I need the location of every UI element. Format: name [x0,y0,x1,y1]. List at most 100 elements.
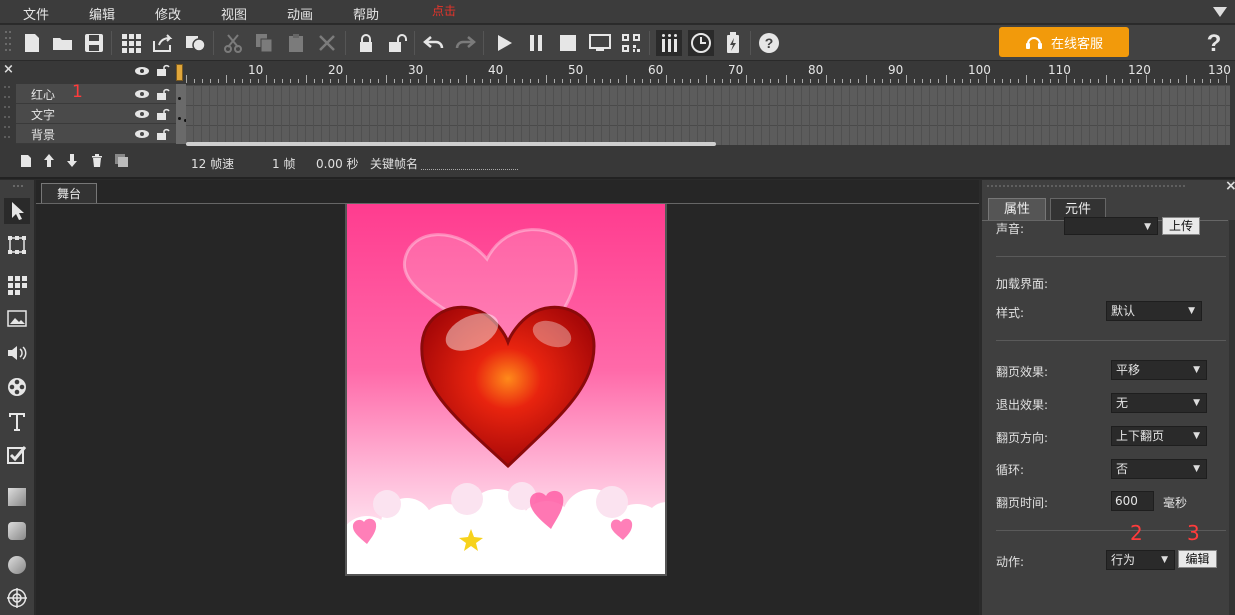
help-question-icon[interactable]: ? [1201,30,1227,56]
move-down-icon[interactable] [66,153,78,168]
marker-3: 3 [1187,521,1200,545]
delete-icon[interactable] [314,30,340,56]
new-file-icon[interactable] [19,30,45,56]
cut-icon[interactable] [220,30,246,56]
action-select[interactable]: 行为 ▼ [1106,550,1175,570]
unlock-icon[interactable] [156,127,170,141]
unlock-icon[interactable] [384,30,410,56]
keyframe-name-input[interactable] [421,169,518,170]
layer-row-text[interactable]: 文字 [16,104,176,124]
shapes-icon[interactable] [182,30,208,56]
online-support-button[interactable]: 在线客服 [999,27,1129,57]
keyframe-name-label: 关键帧名 [370,157,419,171]
preview-monitor-icon[interactable] [587,30,613,56]
flip-time-unit: 毫秒 [1163,496,1188,510]
timeline-panel: × 10 20 30 40 50 60 70 80 90 100 110 120… [0,61,1235,179]
battery-icon[interactable] [720,30,746,56]
layer-name[interactable]: 文字 [31,106,55,123]
text-tool-icon[interactable] [4,408,30,434]
menu-animation[interactable]: 动画 [287,4,313,23]
tab-properties[interactable]: 属性 [988,198,1046,220]
layer-name[interactable]: 背景 [31,126,55,143]
marker-1: 1 [72,82,83,102]
heart-artwork[interactable] [347,204,667,576]
help-icon[interactable]: ? [756,30,782,56]
frames-grid[interactable] [186,85,1230,145]
toolbar: ? 在线客服 ? [0,25,1235,61]
transform-tool-icon[interactable] [4,232,30,258]
layer-row-background[interactable]: 背景 [16,124,176,144]
collapse-arrow-icon[interactable] [1213,7,1227,17]
eye-icon[interactable] [134,66,150,76]
timeline-scrollbar[interactable] [186,142,716,146]
target-tool-icon[interactable] [4,585,30,611]
timeline-toggle-icon[interactable] [656,30,682,56]
rounded-rect-tool-icon[interactable] [4,518,30,544]
grid-icon[interactable] [118,30,144,56]
share-icon[interactable] [150,30,176,56]
layer-row-heart[interactable]: 红心 1 [16,82,176,104]
close-timeline-icon[interactable]: × [3,62,14,77]
menu-edit[interactable]: 编辑 [89,4,115,23]
image-tool-icon[interactable] [4,306,30,332]
eye-icon[interactable] [134,89,150,99]
close-panel-icon[interactable]: × [1225,178,1235,194]
clock-icon[interactable] [688,30,714,56]
loading-screen-label: 加载界面: [996,277,1049,291]
menu-view[interactable]: 视图 [221,4,247,23]
eye-icon[interactable] [134,129,150,139]
menu-hint: 点击 [432,4,457,18]
duplicate-layer-icon[interactable] [114,153,130,168]
sound-tool-icon[interactable] [4,340,30,366]
layer-name[interactable]: 红心 [31,86,55,103]
loop-select[interactable]: 否 ▼ [1111,459,1207,479]
panel-scrollbar[interactable] [1229,220,1235,615]
undo-icon[interactable] [421,30,447,56]
exit-effect-select[interactable]: 无 ▼ [1111,393,1207,413]
save-icon[interactable] [81,30,107,56]
open-folder-icon[interactable] [50,30,76,56]
lock-all-icon[interactable] [156,63,170,77]
headset-icon [1025,37,1042,49]
flip-direction-select[interactable]: 上下翻页 ▼ [1111,426,1207,446]
copy-icon[interactable] [251,30,277,56]
flip-effect-select[interactable]: 平移 ▼ [1111,360,1207,380]
new-layer-icon[interactable] [20,154,32,168]
playhead[interactable] [176,64,183,81]
unlock-icon[interactable] [156,107,170,121]
loop-label: 循环: [996,463,1025,477]
sound-select[interactable]: ▼ [1064,217,1158,235]
checkbox-tool-icon[interactable] [4,442,30,468]
redo-icon[interactable] [452,30,478,56]
trash-icon[interactable] [91,153,103,168]
lock-icon[interactable] [353,30,379,56]
menu-bar: 文件 编辑 修改 视图 动画 帮助 点击 [0,0,1235,24]
move-up-icon[interactable] [43,153,55,168]
menu-modify[interactable]: 修改 [155,4,181,23]
paste-icon[interactable] [283,30,309,56]
unlock-icon[interactable] [156,87,170,101]
pause-icon[interactable] [523,30,549,56]
play-icon[interactable] [491,30,517,56]
select-tool-icon[interactable] [4,198,30,224]
stop-icon[interactable] [555,30,581,56]
marker-2: 2 [1130,521,1143,545]
video-tool-icon[interactable] [4,374,30,400]
flip-effect-label: 翻页效果: [996,365,1049,379]
fps-readout[interactable]: 12 帧速 [191,155,234,172]
menu-help[interactable]: 帮助 [353,4,379,23]
eye-icon[interactable] [134,109,150,119]
grid-tool-icon[interactable] [4,272,30,298]
rectangle-tool-icon[interactable] [4,484,30,510]
style-label: 样式: [996,306,1025,320]
qrcode-icon[interactable] [618,30,644,56]
tab-stage[interactable]: 舞台 [41,183,97,204]
keyframe-column[interactable] [176,84,187,144]
menu-file[interactable]: 文件 [23,4,49,23]
style-select[interactable]: 默认 ▼ [1106,301,1202,321]
upload-button[interactable]: 上传 [1162,217,1200,235]
edit-button[interactable]: 编辑 [1178,550,1217,568]
flip-time-input[interactable]: 600 [1111,491,1154,511]
circle-tool-icon[interactable] [4,552,30,578]
stage-canvas[interactable] [345,204,667,576]
